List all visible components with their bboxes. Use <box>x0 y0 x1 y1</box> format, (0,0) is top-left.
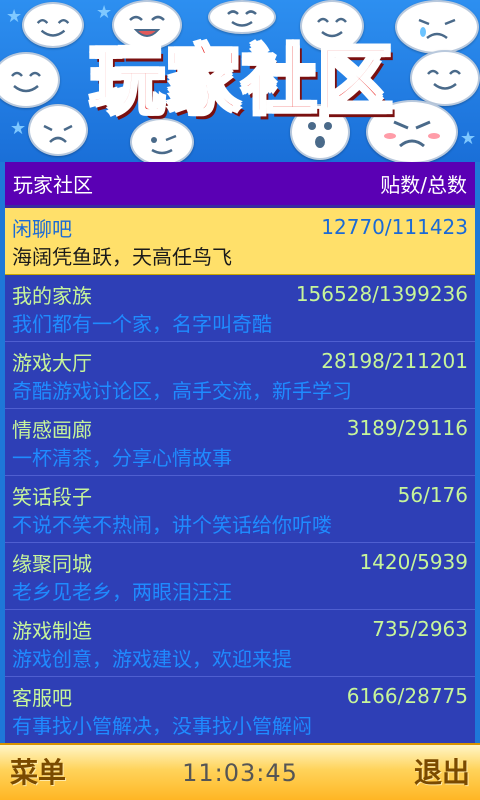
star-icon: ★ <box>96 2 113 23</box>
forum-item[interactable]: 笑话段子 56/176 不说不笑不热闹，讲个笑话给你听喽 <box>5 476 475 543</box>
forum-item[interactable]: 我的家族 156528/1399236 我们都有一个家，名字叫奇酷 <box>5 275 475 342</box>
forum-description: 游戏创意，游戏建议，欢迎来提 <box>12 647 292 671</box>
forum-description: 我们都有一个家，名字叫奇酷 <box>12 312 272 336</box>
forum-item[interactable]: 缘聚同城 1420/5939 老乡见老乡，两眼泪汪汪 <box>5 543 475 610</box>
star-icon: ★ <box>10 118 27 139</box>
star-icon: ★ <box>460 128 477 149</box>
forum-item[interactable]: 情感画廊 3189/29116 一杯清茶，分享心情故事 <box>5 409 475 476</box>
forum-count: 1420/5939 <box>359 550 468 574</box>
forum-count: 156528/1399236 <box>295 282 468 306</box>
smiley-face-icon <box>0 52 60 108</box>
forum-name: 闲聊吧 <box>12 216 72 241</box>
forum-name: 游戏大厅 <box>12 350 92 375</box>
forum-count: 6166/28775 <box>346 684 468 708</box>
forum-item[interactable]: 闲聊吧 12770/111423 海阔凭鱼跃，天高任鸟飞 <box>5 208 475 275</box>
forum-count: 735/2963 <box>372 617 468 641</box>
forum-count: 12770/111423 <box>321 215 468 239</box>
list-header-count-label: 贴数/总数 <box>380 173 467 197</box>
exit-button[interactable]: 退出 <box>414 751 470 791</box>
forum-description: 奇酷游戏讨论区，高手交流，新手学习 <box>12 379 352 403</box>
forum-name: 客服吧 <box>12 685 72 710</box>
forum-count: 3189/29116 <box>346 416 468 440</box>
forum-description: 海阔凭鱼跃，天高任鸟飞 <box>12 245 232 269</box>
forum-description: 一杯清茶，分享心情故事 <box>12 446 232 470</box>
forum-name: 情感画廊 <box>12 417 92 442</box>
bottom-bar: 菜单 11:03:45 退出 <box>0 743 480 800</box>
forum-name: 笑话段子 <box>12 484 92 509</box>
forum-count: 28198/211201 <box>321 349 468 373</box>
forum-count: 56/176 <box>397 483 468 507</box>
forum-description: 不说不笑不热闹，讲个笑话给你听喽 <box>12 513 332 537</box>
forum-name: 我的家族 <box>12 283 92 308</box>
star-icon: ★ <box>6 6 23 27</box>
forum-description: 有事找小管解决，没事找小管解闷 <box>12 714 312 738</box>
list-header: 玩家社区 贴数/总数 <box>5 162 475 208</box>
forum-name: 缘聚同城 <box>12 551 92 576</box>
forum-list-panel: 玩家社区 贴数/总数 闲聊吧 12770/111423 海阔凭鱼跃，天高任鸟飞 我… <box>5 162 475 743</box>
banner: ★ ★ ★ ★ ★ ★ 玩家社区 <box>0 0 480 162</box>
list-header-title: 玩家社区 <box>13 173 93 197</box>
banner-title: 玩家社区 <box>89 37 394 126</box>
forum-item[interactable]: 客服吧 6166/28775 有事找小管解决，没事找小管解闷 <box>5 677 475 743</box>
forum-name: 游戏制造 <box>12 618 92 643</box>
forum-item[interactable]: 游戏制造 735/2963 游戏创意，游戏建议，欢迎来提 <box>5 610 475 677</box>
clock: 11:03:45 <box>182 759 298 787</box>
forum-description: 老乡见老乡，两眼泪汪汪 <box>12 580 232 604</box>
forum-item[interactable]: 游戏大厅 28198/211201 奇酷游戏讨论区，高手交流，新手学习 <box>5 342 475 409</box>
